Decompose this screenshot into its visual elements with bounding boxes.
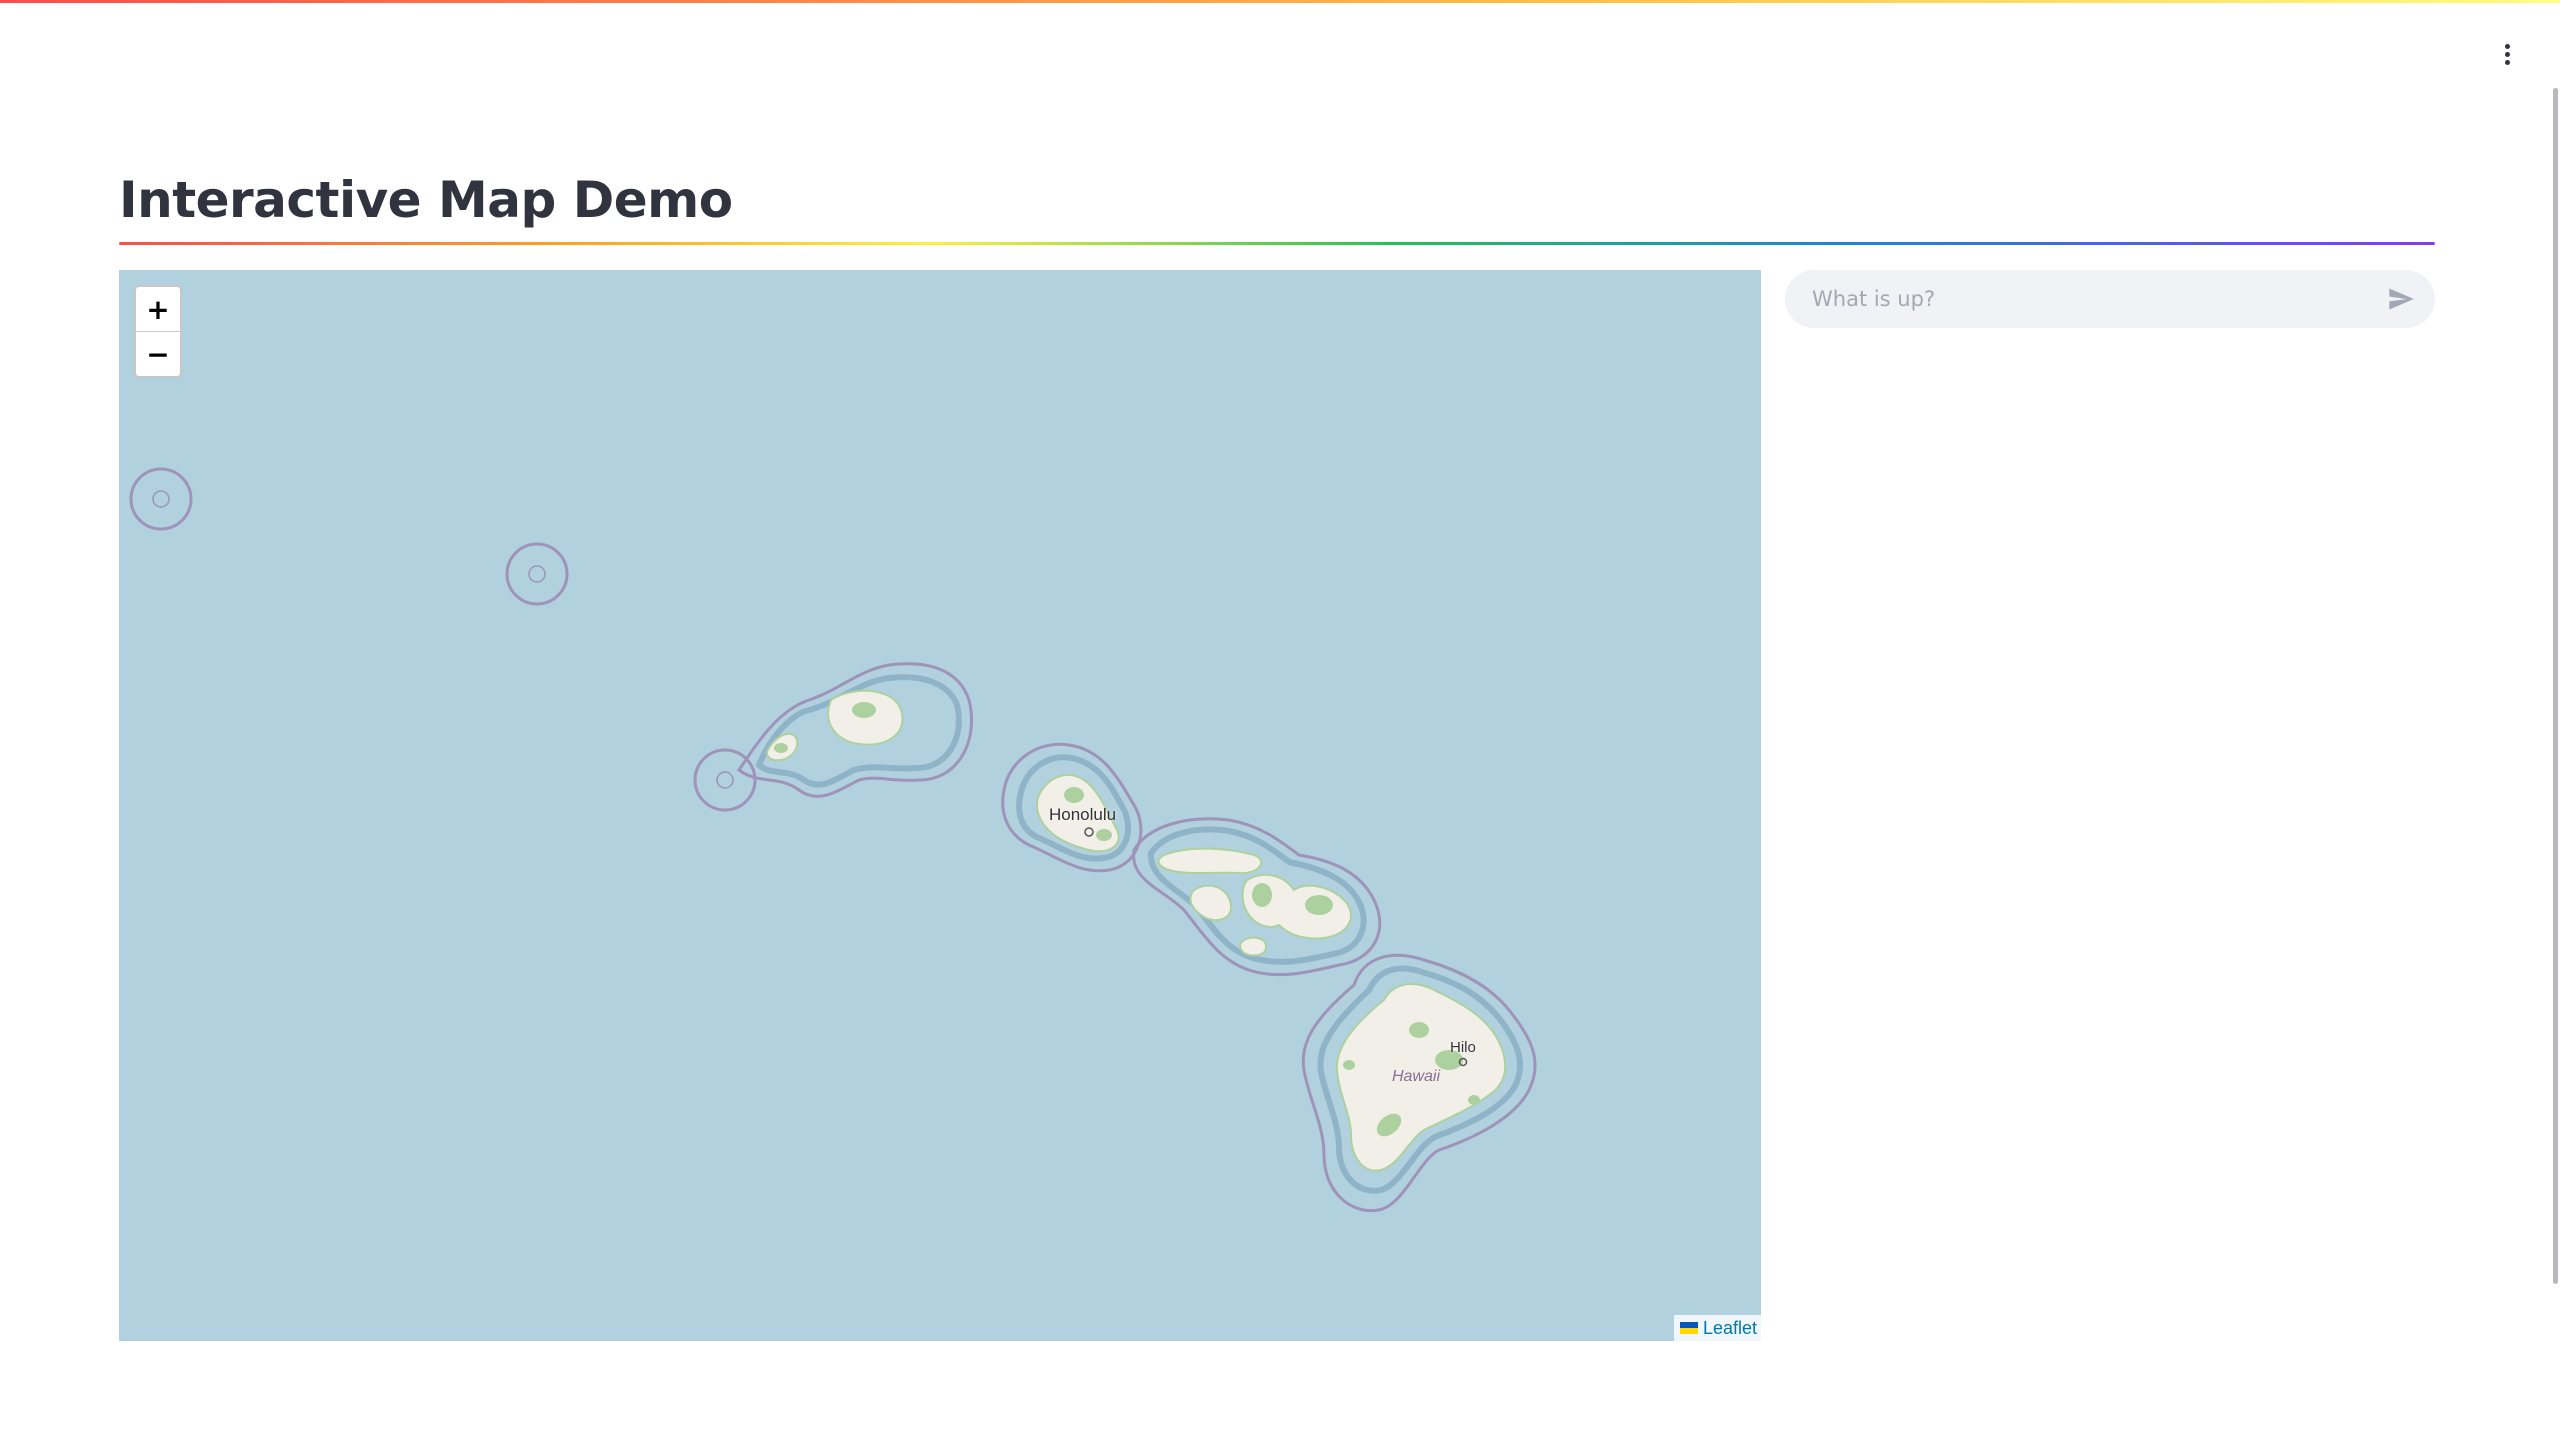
atoll-boundary: [505, 542, 569, 606]
zoom-out-button[interactable]: −: [136, 331, 180, 376]
title-divider: [119, 242, 2435, 245]
send-icon: [2389, 288, 2414, 310]
main-menu-button[interactable]: [2494, 36, 2520, 72]
atoll-boundary: [129, 467, 193, 531]
map-label-honolulu: Honolulu: [1049, 805, 1117, 824]
ukraine-flag-icon: [1679, 1322, 1698, 1334]
map-attribution: Leaflet: [1673, 1315, 1761, 1341]
leaflet-link[interactable]: Leaflet: [1703, 1318, 1757, 1339]
map-container[interactable]: Honolulu Hilo Hawaii + − Leaflet: [119, 270, 1761, 1341]
kebab-menu-icon: [2504, 43, 2510, 49]
zoom-in-button[interactable]: +: [136, 287, 180, 331]
map-label-hilo: Hilo: [1450, 1039, 1476, 1056]
molokai-island: [1157, 847, 1263, 875]
send-button[interactable]: [2381, 279, 2421, 319]
map-tiles: [129, 467, 1537, 1213]
map-label-hawaii: Hawaii: [1392, 1068, 1441, 1085]
zoom-control: + −: [134, 285, 182, 378]
kebab-menu-icon-dot: [2504, 59, 2510, 65]
chat-input-bar: [1785, 270, 2435, 328]
kebab-menu-icon-dot: [2504, 51, 2510, 57]
chat-input[interactable]: [1810, 286, 2381, 312]
page-title: Interactive Map Demo: [119, 171, 733, 229]
page-scrollbar[interactable]: [2553, 88, 2558, 1284]
top-decoration-bar: [0, 0, 2560, 3]
